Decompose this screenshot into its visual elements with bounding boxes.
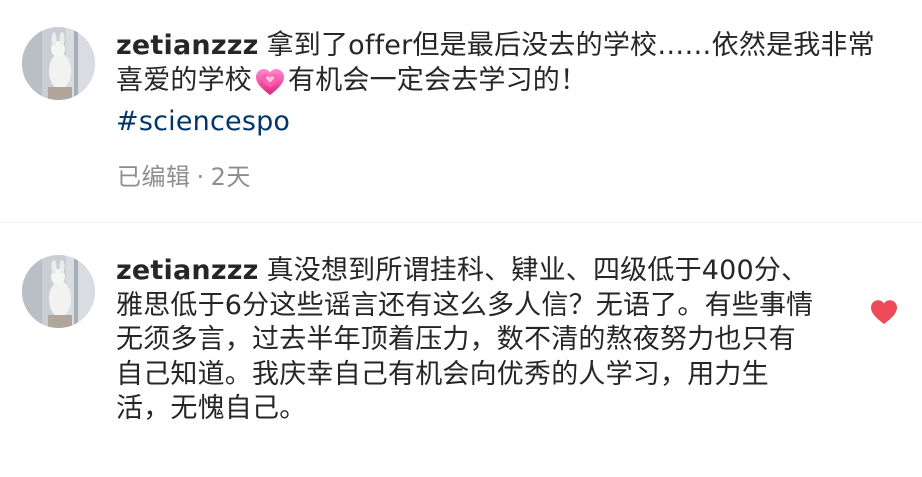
comment-username[interactable]: zetianzzz (116, 30, 259, 61)
comment-meta: 已编辑 · 2天 (117, 157, 251, 192)
avatar-image (22, 255, 95, 328)
comment-body: zetianzzz 拿到了offer但是最后没去的学校……依然是我非常喜爱的学校 … (116, 29, 896, 140)
avatar-image (22, 27, 95, 100)
heart-icon[interactable] (870, 299, 898, 325)
avatar[interactable] (22, 27, 95, 100)
avatar[interactable] (22, 255, 95, 328)
separator-dot: · (196, 163, 205, 191)
hashtag-link[interactable]: #sciencespo (116, 106, 290, 137)
comment-body: zetianzzz 真没想到所谓挂科、肄业、四级低于400分、雅思低于6分这些谣言… (116, 254, 816, 427)
comment-username[interactable]: zetianzzz (116, 255, 259, 286)
comment-text: 有机会一定会去学习的！ (288, 64, 588, 96)
comment-item: zetianzzz 真没想到所谓挂科、肄业、四级低于400分、雅思低于6分这些谣言… (0, 223, 922, 477)
edited-label: 已编辑 (117, 163, 191, 191)
comment-item: zetianzzz 拿到了offer但是最后没去的学校……依然是我非常喜爱的学校 … (0, 0, 922, 222)
comment-timestamp[interactable]: 2天 (211, 163, 251, 191)
growing-heart-emoji-icon (255, 68, 285, 106)
